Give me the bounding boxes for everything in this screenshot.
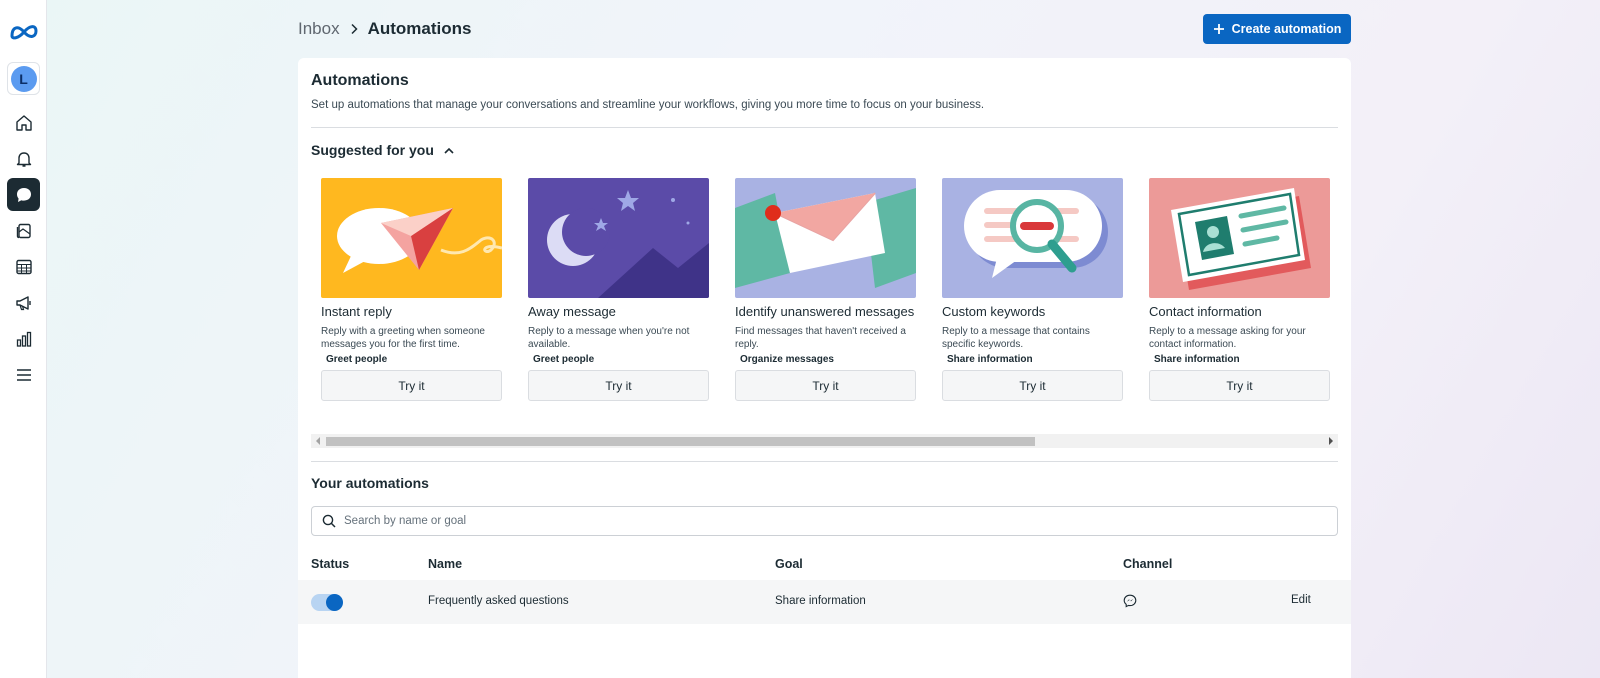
card-title: Identify unanswered messages <box>735 304 915 319</box>
card-title: Custom keywords <box>942 304 1046 319</box>
suggestion-card-instant-reply: Instant reply Reply with a greeting when… <box>321 178 502 401</box>
nav-home[interactable] <box>7 106 40 139</box>
column-header-channel: Channel <box>1123 557 1173 571</box>
ads-megaphone-icon <box>15 295 31 310</box>
automation-status-toggle[interactable] <box>311 594 343 611</box>
table-row: Frequently asked questions Share informa… <box>298 580 1351 624</box>
automations-search-box <box>311 506 1338 536</box>
nav-ads[interactable] <box>7 286 40 319</box>
card-description: Find messages that haven't received a re… <box>735 326 906 350</box>
custom-keywords-illustration <box>942 178 1123 298</box>
scrollbar-thumb[interactable] <box>326 437 1035 446</box>
panel-description: Set up automations that manage your conv… <box>311 99 985 111</box>
insights-bar-chart-icon <box>16 331 31 347</box>
suggested-heading: Suggested for you <box>311 142 434 158</box>
divider <box>311 127 1338 128</box>
automations-panel: Automations Set up automations that mana… <box>298 58 1351 678</box>
suggestion-card-unanswered: Identify unanswered messages Find messag… <box>735 178 916 401</box>
nav-all-tools[interactable] <box>7 358 40 391</box>
column-header-name: Name <box>428 557 463 571</box>
column-header-goal: Goal <box>775 557 803 571</box>
card-description: Reply to a message that contains specifi… <box>942 326 1090 350</box>
edit-automation-link[interactable]: Edit <box>1291 594 1311 606</box>
try-it-button[interactable]: Try it <box>321 370 502 401</box>
nav-notifications[interactable] <box>7 142 40 175</box>
search-icon <box>322 514 336 528</box>
left-nav-rail: L <box>0 0 47 678</box>
nav-planner[interactable] <box>7 250 40 283</box>
card-goal: Greet people <box>326 354 388 365</box>
suggestion-card-custom-keywords: Custom keywords Reply to a message that … <box>942 178 1123 401</box>
away-message-illustration <box>528 178 709 298</box>
nav-insights[interactable] <box>7 322 40 355</box>
planner-table-icon <box>15 259 32 274</box>
card-title: Instant reply <box>321 304 392 319</box>
cards-horizontal-scrollbar[interactable] <box>311 434 1338 448</box>
home-icon <box>15 114 32 131</box>
create-automation-label: Create automation <box>1231 22 1342 36</box>
inbox-chat-icon <box>16 187 31 202</box>
try-it-button[interactable]: Try it <box>528 370 709 401</box>
instant-reply-illustration <box>321 178 502 298</box>
suggested-section-toggle[interactable]: Suggested for you <box>311 142 454 158</box>
try-it-button[interactable]: Try it <box>1149 370 1330 401</box>
card-description: Reply to a message asking for your conta… <box>1149 326 1306 350</box>
try-it-button[interactable]: Try it <box>735 370 916 401</box>
contact-information-illustration <box>1149 178 1330 298</box>
breadcrumb: Inbox Automations <box>298 19 471 39</box>
scroll-left-arrow-icon[interactable] <box>316 437 320 445</box>
column-header-status: Status <box>311 557 350 571</box>
plus-icon <box>1213 24 1224 34</box>
card-title: Contact information <box>1149 304 1262 319</box>
card-goal: Share information <box>1154 354 1240 365</box>
automation-name: Frequently asked questions <box>428 595 569 607</box>
automation-goal: Share information <box>775 595 866 607</box>
avatar-initial: L <box>10 65 37 92</box>
chevron-right-icon <box>350 23 359 35</box>
account-avatar[interactable]: L <box>7 62 40 95</box>
scroll-right-arrow-icon[interactable] <box>1329 437 1333 445</box>
page-title: Automations <box>367 19 472 38</box>
suggestion-card-contact-info: Contact information Reply to a message a… <box>1149 178 1330 401</box>
messenger-icon <box>1123 594 1137 608</box>
card-title: Away message <box>528 304 616 319</box>
divider <box>311 461 1338 462</box>
content-pages-icon <box>16 223 31 238</box>
meta-logo[interactable] <box>9 22 39 42</box>
panel-title: Automations <box>311 72 409 89</box>
nav-inbox[interactable] <box>7 178 40 211</box>
suggestion-card-away-message: Away message Reply to a message when you… <box>528 178 709 401</box>
try-it-button[interactable]: Try it <box>942 370 1123 401</box>
create-automation-button[interactable]: Create automation <box>1203 14 1351 44</box>
card-goal: Greet people <box>533 354 595 365</box>
nav-content[interactable] <box>7 214 40 247</box>
card-goal: Organize messages <box>740 354 834 365</box>
all-tools-menu-icon <box>16 368 31 381</box>
breadcrumb-inbox-link[interactable]: Inbox <box>298 19 340 39</box>
search-input[interactable] <box>344 515 1304 527</box>
unanswered-messages-illustration <box>735 178 916 298</box>
notifications-bell-icon <box>16 151 31 167</box>
card-description: Reply to a message when you're not avail… <box>528 326 690 350</box>
your-automations-heading: Your automations <box>311 475 429 491</box>
toggle-knob <box>326 594 343 611</box>
card-goal: Share information <box>947 354 1033 365</box>
card-description: Reply with a greeting when someone messa… <box>321 326 485 350</box>
chevron-up-icon <box>444 147 454 154</box>
